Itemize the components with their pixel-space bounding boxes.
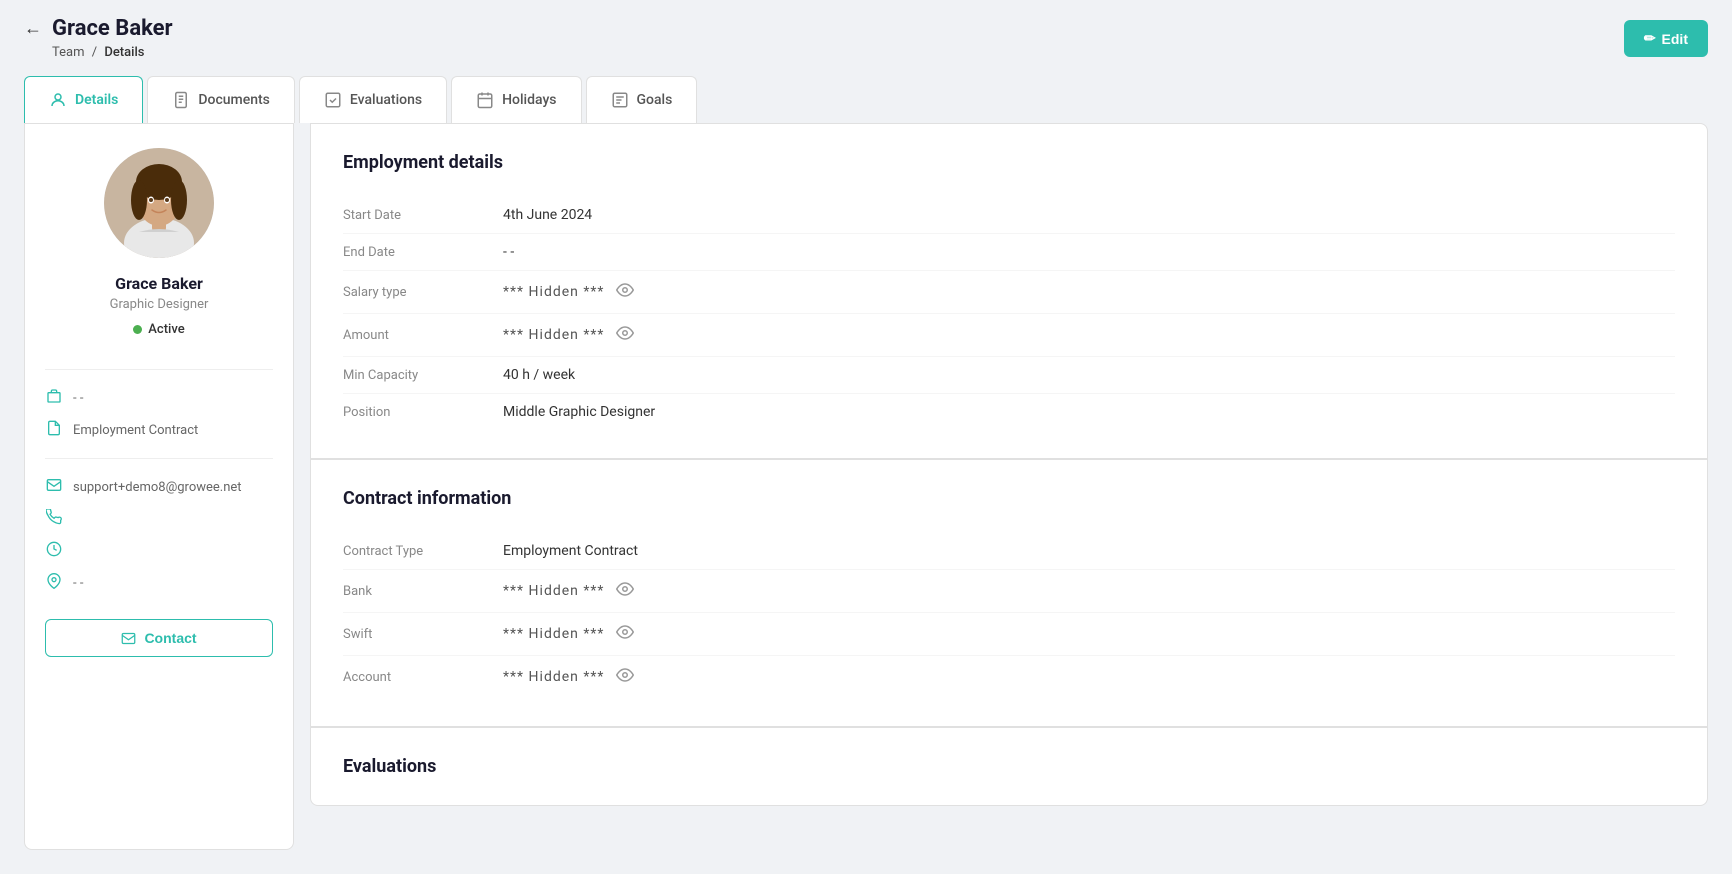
start-date-row: Start Date 4th June 2024 [343, 197, 1675, 234]
location-icon [45, 573, 63, 593]
status-badge: Active [133, 322, 184, 337]
person-icon [49, 91, 67, 109]
contract-type-value: Employment Contract [503, 543, 638, 559]
position-value: Middle Graphic Designer [503, 404, 655, 420]
employment-card: Employment details Start Date 4th June 2… [310, 123, 1708, 459]
content-area: Employment details Start Date 4th June 2… [310, 123, 1708, 850]
avatar [104, 148, 214, 258]
contract-type-row: Contract Type Employment Contract [343, 533, 1675, 570]
bank-value: *** Hidden *** [503, 580, 634, 602]
sidebar-email-row: support+demo8@growee.net [45, 471, 273, 503]
contact-button-label: Contact [144, 630, 196, 646]
salary-type-toggle[interactable] [616, 281, 634, 303]
clock-icon [45, 541, 63, 561]
salary-type-row: Salary type *** Hidden *** [343, 271, 1675, 314]
swift-label: Swift [343, 627, 503, 642]
min-capacity-row: Min Capacity 40 h / week [343, 357, 1675, 394]
sidebar-location-value: - - [73, 576, 83, 591]
account-toggle[interactable] [616, 666, 634, 688]
tab-details[interactable]: Details [24, 76, 143, 123]
min-capacity-label: Min Capacity [343, 368, 503, 383]
amount-toggle[interactable] [616, 324, 634, 346]
status-label: Active [148, 322, 184, 337]
evaluations-card: Evaluations [310, 727, 1708, 806]
evaluations-title: Evaluations [343, 756, 1675, 777]
sidebar-contract-value: Employment Contract [73, 423, 198, 438]
contract-title: Contract information [343, 488, 1675, 509]
sidebar-phone-row [45, 503, 273, 535]
tab-holidays[interactable]: Holidays [451, 76, 581, 123]
sidebar-clock-row [45, 535, 273, 567]
min-capacity-value: 40 h / week [503, 367, 575, 383]
tabs-container: Details Documents Evaluations Holidays [0, 64, 1732, 123]
end-date-value: - - [503, 244, 514, 260]
tab-evaluations[interactable]: Evaluations [299, 76, 447, 123]
amount-label: Amount [343, 328, 503, 343]
end-date-row: End Date - - [343, 234, 1675, 271]
page-title: Grace Baker [52, 16, 173, 41]
amount-row: Amount *** Hidden *** [343, 314, 1675, 357]
edit-button[interactable]: ✏ Edit [1624, 20, 1708, 57]
bank-row: Bank *** Hidden *** [343, 570, 1675, 613]
calendar-icon [476, 91, 494, 109]
employment-title: Employment details [343, 152, 1675, 173]
account-label: Account [343, 670, 503, 685]
evaluation-icon [324, 91, 342, 109]
amount-value: *** Hidden *** [503, 324, 634, 346]
sidebar-location-row: - - [45, 567, 273, 599]
account-row: Account *** Hidden *** [343, 656, 1675, 698]
position-label: Position [343, 405, 503, 420]
edit-icon: ✏ [1644, 30, 1656, 47]
sidebar-bag-row: - - [45, 382, 273, 414]
start-date-label: Start Date [343, 208, 503, 223]
phone-icon [45, 509, 63, 529]
sidebar: Grace Baker Graphic Designer Active - - [24, 123, 294, 850]
sidebar-bag-value: - - [73, 391, 83, 406]
start-date-value: 4th June 2024 [503, 207, 592, 223]
swift-value: *** Hidden *** [503, 623, 634, 645]
salary-type-value: *** Hidden *** [503, 281, 634, 303]
user-name: Grace Baker [115, 274, 203, 293]
back-button[interactable]: ← [24, 18, 42, 39]
sidebar-email-value: support+demo8@growee.net [73, 480, 242, 495]
swift-row: Swift *** Hidden *** [343, 613, 1675, 656]
goals-icon [611, 91, 629, 109]
contract-type-label: Contract Type [343, 544, 503, 559]
sidebar-contract-row: Employment Contract [45, 414, 273, 446]
contract-card: Contract information Contract Type Emplo… [310, 459, 1708, 727]
salary-type-label: Salary type [343, 285, 503, 300]
contact-envelope-icon [121, 631, 136, 646]
bank-label: Bank [343, 584, 503, 599]
user-job-title: Graphic Designer [110, 297, 209, 312]
account-value: *** Hidden *** [503, 666, 634, 688]
contact-button[interactable]: Contact [45, 619, 273, 657]
position-row: Position Middle Graphic Designer [343, 394, 1675, 430]
end-date-label: End Date [343, 245, 503, 260]
contract-icon [45, 420, 63, 440]
divider-2 [45, 458, 273, 459]
bag-icon [45, 388, 63, 408]
divider-1 [45, 369, 273, 370]
tab-documents[interactable]: Documents [147, 76, 295, 123]
bank-toggle[interactable] [616, 580, 634, 602]
status-dot [133, 325, 142, 334]
document-icon [172, 91, 190, 109]
email-icon [45, 477, 63, 497]
tab-goals[interactable]: Goals [586, 76, 698, 123]
breadcrumb: Team / Details [52, 45, 1708, 60]
swift-toggle[interactable] [616, 623, 634, 645]
